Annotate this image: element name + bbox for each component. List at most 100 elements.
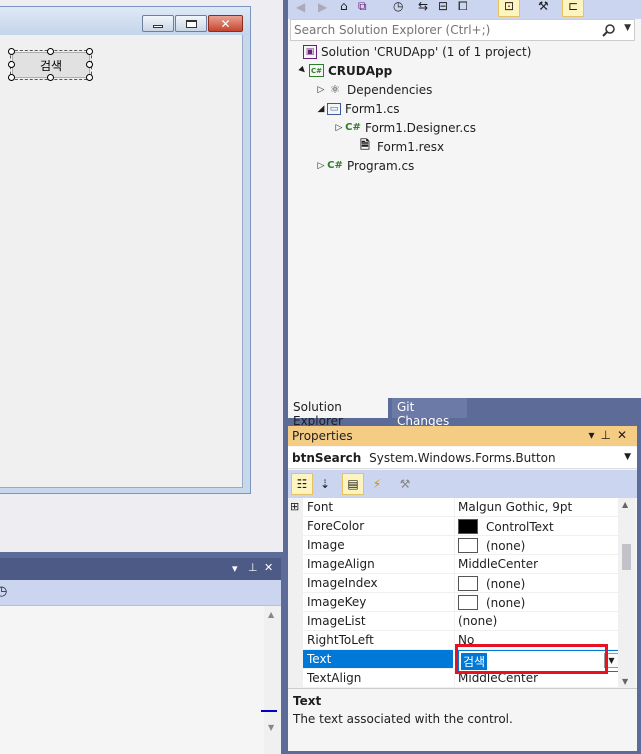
- form-client-area[interactable]: 검색: [0, 35, 243, 488]
- object-selector[interactable]: btnSearch System.Windows.Forms.Button ▼: [288, 447, 637, 469]
- properties-titlebar: Properties ▾⊥✕: [288, 426, 637, 446]
- tool-window-content: [0, 606, 281, 754]
- property-grid-gutter: ⊞: [288, 498, 303, 688]
- properties-panel: Properties ▾⊥✕ btnSearch System.Windows.…: [288, 426, 637, 751]
- collapsed-arrow-icon[interactable]: ▷: [315, 161, 327, 171]
- resize-handle-sw[interactable]: [8, 74, 15, 81]
- description-text: The text associated with the control.: [293, 712, 513, 726]
- maximize-icon: [185, 19, 197, 28]
- tool-window-titlebar: ▾ ⊥ ✕: [0, 558, 281, 580]
- tool-window-toolbar: ◷: [0, 580, 281, 606]
- chevron-down-icon[interactable]: ▼: [624, 452, 631, 462]
- events-lightning-icon[interactable]: ⚡: [366, 473, 388, 495]
- form-icon: ▭: [327, 102, 341, 115]
- properties-title: Properties: [292, 429, 353, 443]
- property-row-imagealign[interactable]: ImageAlign MiddleCenter: [303, 555, 618, 574]
- property-grid-scrollbar[interactable]: ▲ ▼: [618, 498, 635, 688]
- expanded-arrow-icon[interactable]: ◢: [315, 104, 327, 114]
- scroll-down-icon[interactable]: ▼: [622, 677, 628, 686]
- tab-solution-explorer[interactable]: Solution Explorer: [288, 398, 388, 428]
- collapsed-arrow-icon[interactable]: ▷: [333, 123, 345, 133]
- scroll-thumb[interactable]: [622, 544, 631, 570]
- expand-font-icon[interactable]: ⊞: [290, 500, 299, 513]
- tree-item-form1-designer[interactable]: ▷ C# Form1.Designer.cs: [333, 118, 476, 137]
- property-row-forecolor[interactable]: ForeColor ControlText: [303, 517, 618, 536]
- property-row-image[interactable]: Image (none): [303, 536, 618, 555]
- alphabetical-icon[interactable]: ⇣: [314, 473, 336, 495]
- collapse-all-icon[interactable]: ⊟: [438, 0, 448, 13]
- sync-icon[interactable]: ⇆: [418, 0, 428, 13]
- csharp-file-icon: C#: [327, 160, 343, 171]
- search-icon[interactable]: [602, 23, 616, 37]
- solution-icon: ▣: [303, 44, 317, 59]
- tree-item-form1-resx[interactable]: 🗎 Form1.resx: [345, 137, 444, 156]
- resize-handle-se[interactable]: [86, 74, 93, 81]
- maximize-button[interactable]: [175, 15, 207, 32]
- form-designer-surface[interactable]: ✕ 검색: [0, 0, 283, 552]
- properties-toolbar: ☷ ⇣ ▤ ⚡ ⚒: [288, 470, 637, 498]
- history-icon[interactable]: ◷: [393, 0, 403, 13]
- resize-handle-w[interactable]: [8, 61, 15, 68]
- resize-handle-n[interactable]: [47, 48, 54, 55]
- categorized-icon[interactable]: ☷: [291, 473, 313, 495]
- property-row-imageindex[interactable]: ImageIndex (none): [303, 574, 618, 593]
- solution-explorer-toolbar: ◀ ▶ ⌂ ⧉ ◷ ⇆ ⊟ ⧠ ⊡ ⚒ ⊏: [288, 0, 641, 19]
- resize-handle-s[interactable]: [47, 74, 54, 81]
- image-swatch: [458, 595, 478, 610]
- tree-item-program-cs[interactable]: ▷ C# Program.cs: [315, 156, 415, 175]
- window-menu-icon[interactable]: ▾: [232, 562, 238, 575]
- form-window[interactable]: ✕ 검색: [0, 6, 251, 494]
- minimize-button[interactable]: [142, 15, 174, 32]
- solution-explorer-tabs: Solution Explorer Git Changes: [288, 398, 641, 428]
- image-swatch: [458, 576, 478, 591]
- close-icon[interactable]: ✕: [264, 561, 273, 574]
- dependencies-icon: ⚛: [330, 83, 340, 96]
- copy-icon[interactable]: ⧠: [458, 0, 468, 14]
- resize-handle-e[interactable]: [86, 61, 93, 68]
- resource-file-icon: 🗎: [360, 138, 370, 152]
- property-row-font[interactable]: Font Malgun Gothic, 9pt: [303, 498, 618, 517]
- scroll-down-icon[interactable]: ▼: [268, 723, 274, 732]
- home-icon[interactable]: ⌂: [340, 0, 348, 13]
- close-icon: ✕: [220, 16, 231, 31]
- show-all-files-icon[interactable]: ⊡: [498, 0, 520, 17]
- color-swatch: [458, 519, 478, 534]
- preview-selected-icon[interactable]: ⊏: [562, 0, 584, 17]
- search-options-dropdown-icon[interactable]: ▼: [624, 23, 631, 33]
- vertical-scrollbar[interactable]: ▲ ▼: [264, 606, 281, 754]
- solution-explorer-panel: ◀ ▶ ⌂ ⧉ ◷ ⇆ ⊟ ⧠ ⊡ ⚒ ⊏ ▼ ▣ Solution 'CRUD…: [288, 0, 641, 428]
- properties-wrench-icon[interactable]: ⚒: [538, 0, 549, 13]
- pin-icon[interactable]: ⊥: [248, 561, 258, 574]
- history-icon[interactable]: ◷: [0, 584, 7, 599]
- switch-views-icon[interactable]: ⧉: [358, 0, 367, 14]
- close-button[interactable]: ✕: [208, 15, 243, 32]
- property-pages-wrench-icon[interactable]: ⚒: [394, 473, 416, 495]
- properties-window-controls[interactable]: ▾⊥✕: [588, 428, 633, 442]
- property-description: Text The text associated with the contro…: [288, 688, 637, 751]
- solution-search-input[interactable]: [291, 20, 591, 40]
- scroll-up-icon[interactable]: ▲: [622, 500, 628, 509]
- resize-handle-ne[interactable]: [86, 48, 93, 55]
- csharp-file-icon: C#: [345, 122, 361, 133]
- scroll-up-icon[interactable]: ▲: [268, 610, 274, 619]
- resize-handle-nw[interactable]: [8, 48, 15, 55]
- object-type: System.Windows.Forms.Button: [369, 451, 556, 465]
- tab-git-changes[interactable]: Git Changes: [392, 398, 467, 428]
- collapsed-arrow-icon[interactable]: ▷: [315, 85, 327, 95]
- tree-item-crudapp[interactable]: ▲ C# CRUDApp: [297, 61, 393, 80]
- bottom-tool-window: ▾ ⊥ ✕ ◷ ▲ ▼: [0, 558, 281, 754]
- tree-item-dependencies[interactable]: ▷ ⚛ Dependencies: [315, 80, 433, 99]
- properties-view-icon[interactable]: ▤: [342, 473, 364, 495]
- property-row-imagekey[interactable]: ImageKey (none): [303, 593, 618, 612]
- image-swatch: [458, 538, 478, 553]
- form-titlebar[interactable]: ✕: [0, 7, 250, 35]
- property-row-imagelist[interactable]: ImageList (none): [303, 612, 618, 631]
- solution-search-box[interactable]: ▼: [290, 19, 635, 41]
- object-name: btnSearch: [292, 451, 362, 465]
- forward-icon[interactable]: ▶: [318, 0, 327, 14]
- minimize-icon: [153, 25, 163, 28]
- highlight-box: [455, 644, 608, 674]
- tree-item-solution[interactable]: ▣ Solution 'CRUDApp' (1 of 1 project): [291, 42, 531, 61]
- back-icon[interactable]: ◀: [296, 0, 305, 14]
- tree-item-form1-cs[interactable]: ◢ ▭ Form1.cs: [315, 99, 400, 118]
